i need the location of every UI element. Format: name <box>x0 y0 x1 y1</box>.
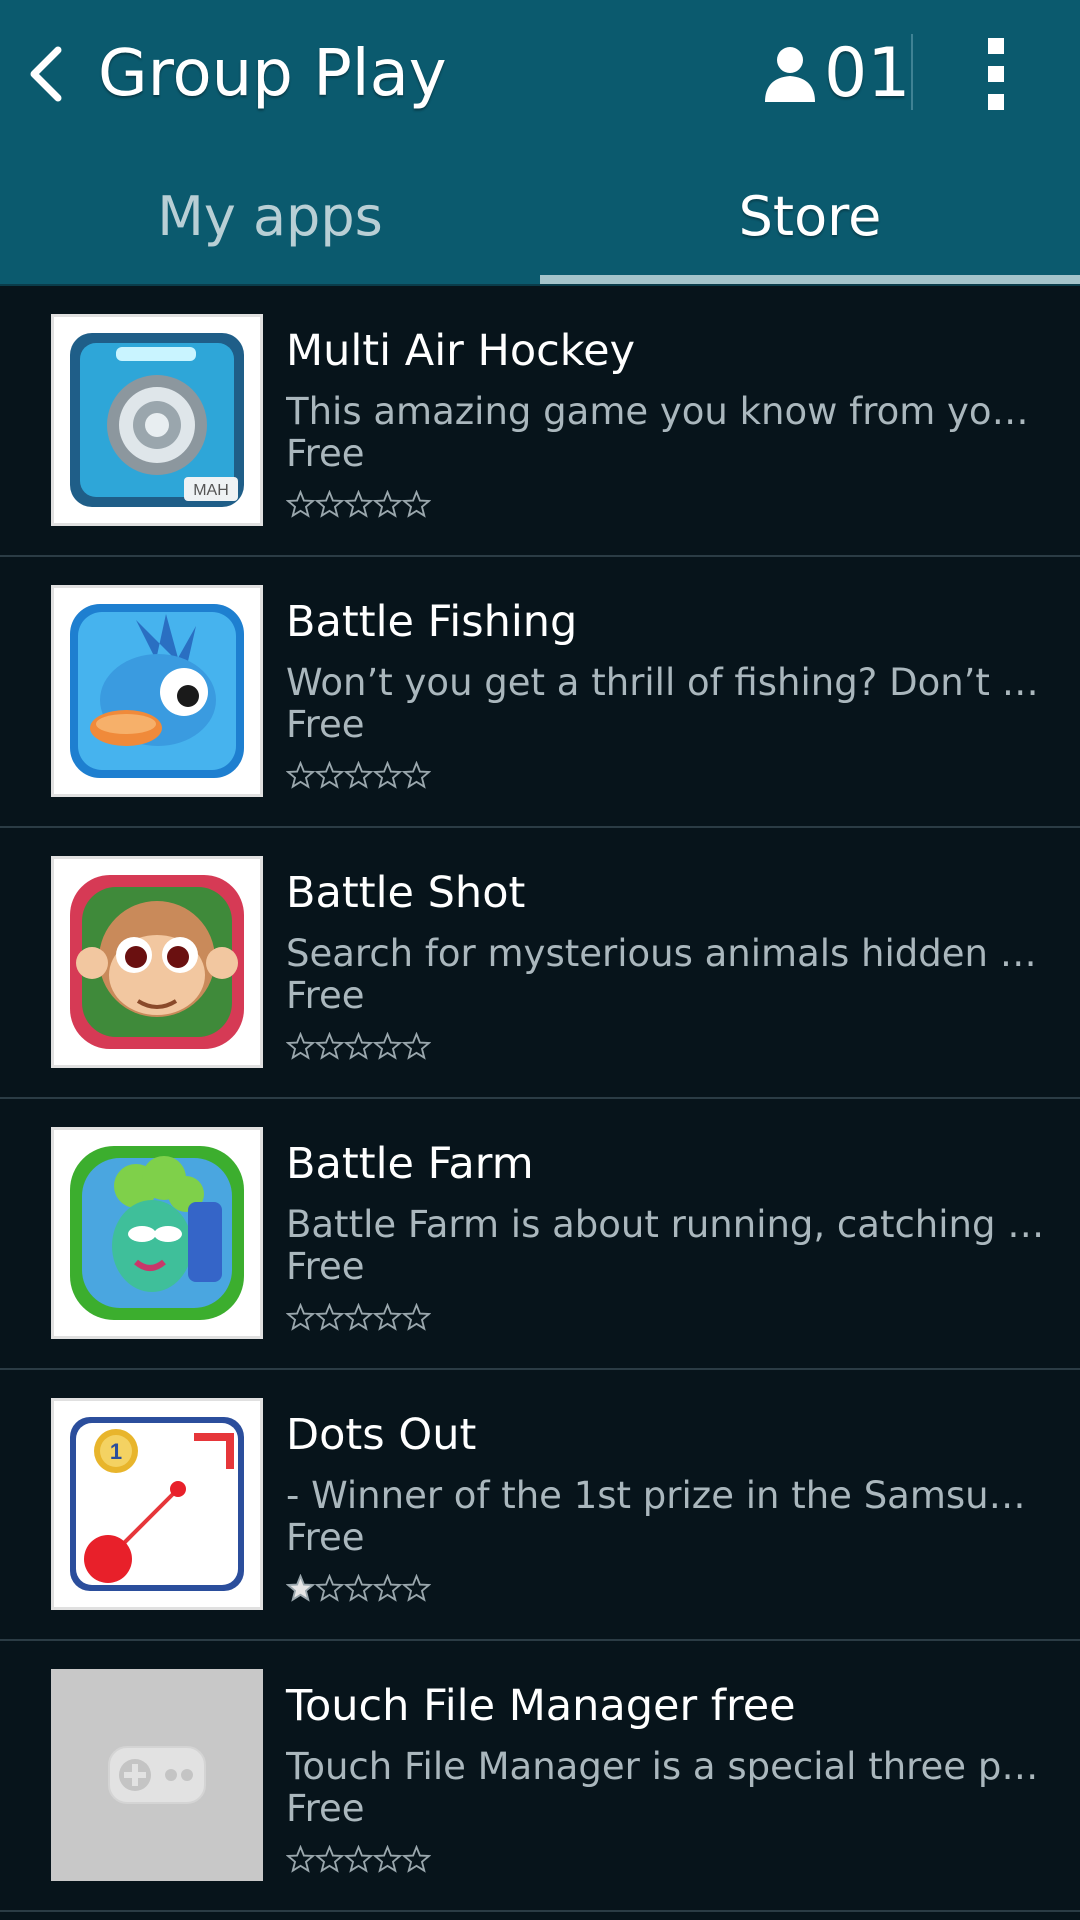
participants-indicator[interactable]: 01 <box>762 36 911 112</box>
star-outline-icon <box>373 1303 402 1331</box>
rating-stars <box>286 1032 431 1060</box>
app-description: Search for mysterious animals hidden in … <box>286 932 1046 975</box>
battle-fishing-icon <box>70 604 244 778</box>
app-thumbnail <box>51 1127 263 1339</box>
list-item[interactable]: Touch File Manager free Touch File Manag… <box>0 1641 1080 1912</box>
app-name: Battle Shot <box>286 868 526 918</box>
star-outline-icon <box>286 1303 315 1331</box>
back-arrow-icon[interactable] <box>24 42 68 106</box>
page-title: Group Play <box>98 37 447 111</box>
star-filled-icon <box>286 1574 315 1602</box>
star-outline-icon <box>344 1303 373 1331</box>
star-outline-icon <box>344 490 373 518</box>
app-price: Free <box>286 1787 365 1830</box>
tab-bar: My apps Store <box>0 148 1080 286</box>
star-outline-icon <box>402 1303 431 1331</box>
star-outline-icon <box>344 1574 373 1602</box>
star-outline-icon <box>286 490 315 518</box>
star-outline-icon <box>373 490 402 518</box>
svg-text:MAH: MAH <box>193 482 229 499</box>
selected-tab-indicator <box>540 275 1080 284</box>
list-item[interactable]: Battle Fishing Won’t you get a thrill of… <box>0 557 1080 828</box>
action-bar: Group Play 01 <box>0 0 1080 148</box>
star-outline-icon <box>402 490 431 518</box>
star-outline-icon <box>344 761 373 789</box>
tab-store[interactable]: Store <box>540 148 1080 284</box>
app-price: Free <box>286 703 365 746</box>
app-thumbnail <box>51 585 263 797</box>
star-outline-icon <box>315 490 344 518</box>
list-item[interactable]: MAH Multi Air Hockey This amazing game y… <box>0 286 1080 557</box>
app-description: - Winner of the 1st prize in the Samsung… <box>286 1474 1046 1517</box>
star-outline-icon <box>315 1303 344 1331</box>
list-item[interactable]: Battle Farm Battle Farm is about running… <box>0 1099 1080 1370</box>
rating-stars <box>286 1845 431 1873</box>
rating-stars <box>286 1303 431 1331</box>
app-description: This amazing game you know from your c..… <box>286 390 1046 433</box>
gamepad-placeholder-icon <box>108 1746 206 1804</box>
star-outline-icon <box>402 1032 431 1060</box>
star-outline-icon <box>402 1845 431 1873</box>
star-outline-icon <box>344 1032 373 1060</box>
app-thumbnail <box>51 1669 263 1881</box>
star-outline-icon <box>286 761 315 789</box>
person-icon <box>765 47 815 102</box>
app-name: Battle Fishing <box>286 597 578 647</box>
star-outline-icon <box>373 761 402 789</box>
star-outline-icon <box>315 1845 344 1873</box>
rating-stars <box>286 490 431 518</box>
star-outline-icon <box>373 1032 402 1060</box>
app-thumbnail <box>51 856 263 1068</box>
star-outline-icon <box>402 1574 431 1602</box>
app-name: Battle Farm <box>286 1139 534 1189</box>
svg-text:1: 1 <box>110 1439 122 1464</box>
tab-my-apps[interactable]: My apps <box>0 148 540 284</box>
star-outline-icon <box>286 1032 315 1060</box>
star-outline-icon <box>315 1032 344 1060</box>
star-outline-icon <box>373 1845 402 1873</box>
app-thumbnail: 1 <box>51 1398 263 1610</box>
rating-stars <box>286 1574 431 1602</box>
app-description: Battle Farm is about running, catching a… <box>286 1203 1046 1246</box>
star-outline-icon <box>286 1845 315 1873</box>
battle-farm-icon <box>70 1146 244 1320</box>
app-thumbnail: MAH <box>51 314 263 526</box>
app-list: MAH Multi Air Hockey This amazing game y… <box>0 286 1080 1912</box>
app-price: Free <box>286 1516 365 1559</box>
list-item[interactable]: Battle Shot Search for mysterious animal… <box>0 828 1080 1099</box>
app-description: Won’t you get a thrill of fishing? Don’t… <box>286 661 1046 704</box>
rating-stars <box>286 761 431 789</box>
app-price: Free <box>286 1245 365 1288</box>
participant-count: 01 <box>824 34 911 113</box>
star-outline-icon <box>315 761 344 789</box>
overflow-menu-icon[interactable] <box>980 34 1012 114</box>
list-item[interactable]: 1 Dots Out - Winner of the 1st prize in … <box>0 1370 1080 1641</box>
battle-shot-icon <box>70 875 244 1049</box>
app-name: Dots Out <box>286 1410 477 1460</box>
multi-air-hockey-icon: MAH <box>70 333 244 507</box>
app-price: Free <box>286 974 365 1017</box>
star-outline-icon <box>344 1845 373 1873</box>
star-outline-icon <box>315 1574 344 1602</box>
app-description: Touch File Manager is a special three pa… <box>286 1745 1046 1788</box>
app-price: Free <box>286 432 365 475</box>
dots-out-icon: 1 <box>70 1417 244 1591</box>
app-name: Multi Air Hockey <box>286 326 636 376</box>
actionbar-divider <box>911 34 913 110</box>
app-name: Touch File Manager free <box>286 1681 796 1731</box>
star-outline-icon <box>373 1574 402 1602</box>
star-outline-icon <box>402 761 431 789</box>
